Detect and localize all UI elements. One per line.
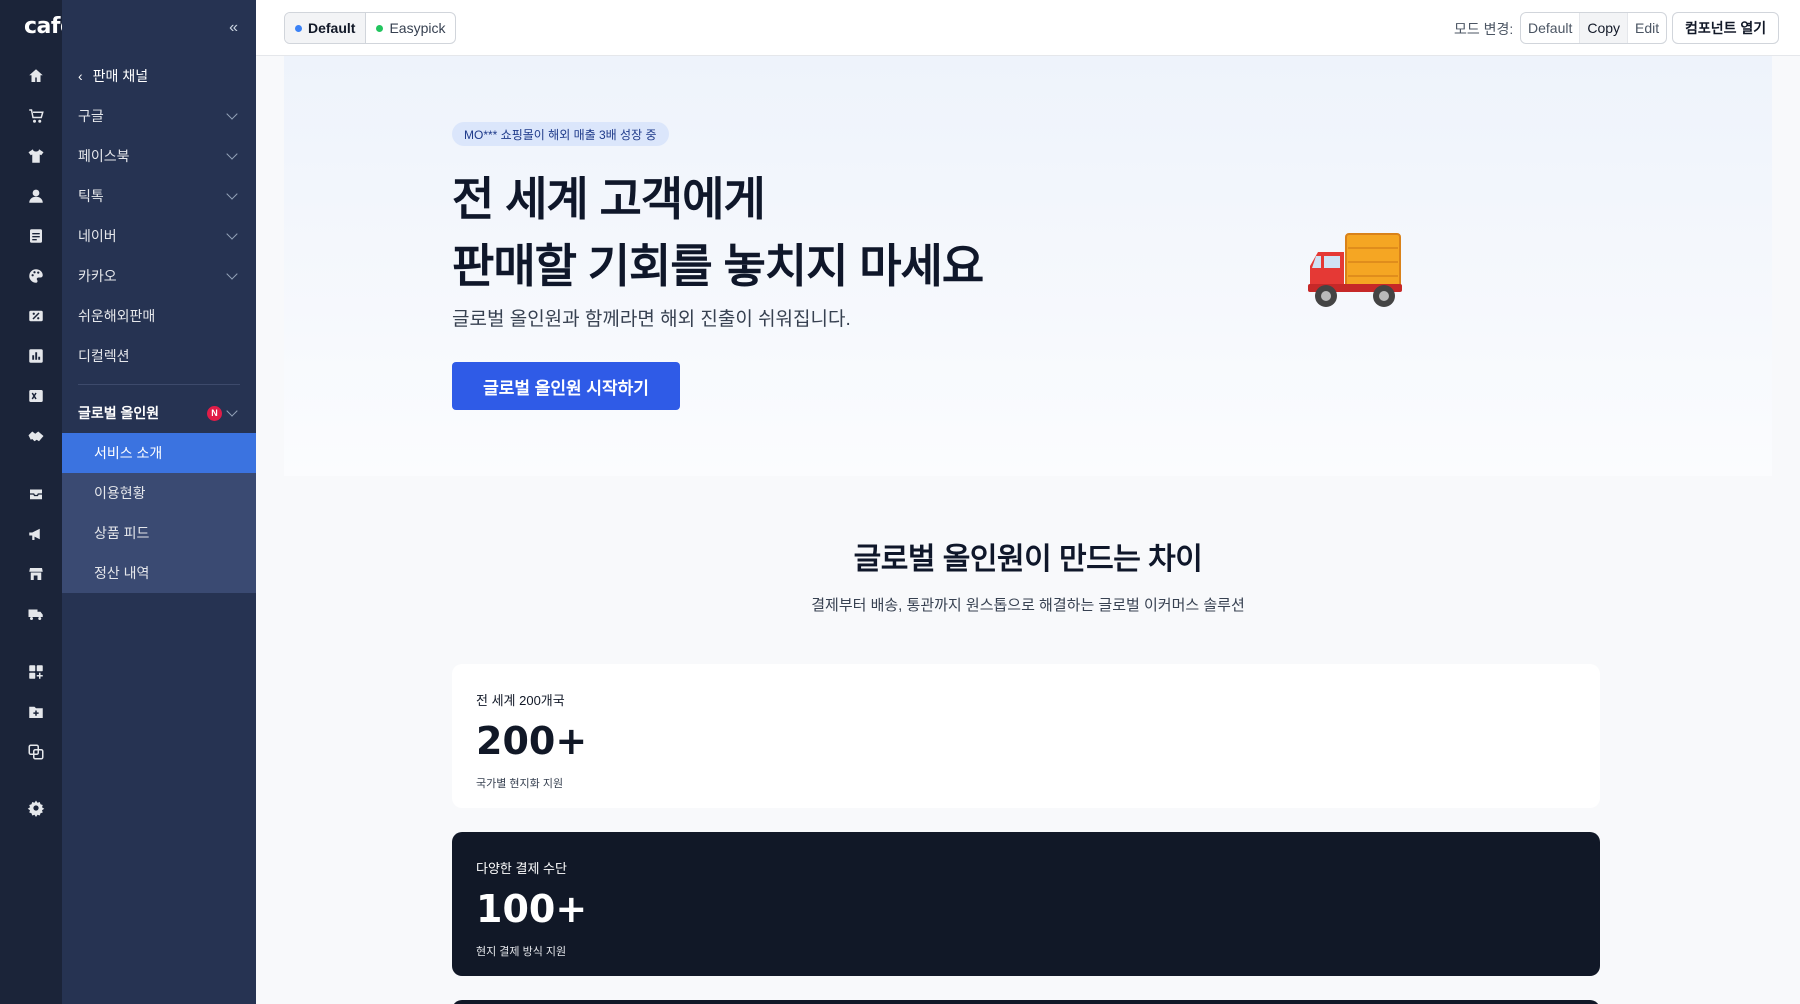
home-icon[interactable] [26,66,46,86]
tshirt-icon[interactable] [26,146,46,166]
new-badge: N [207,405,222,421]
stat-label: 전 세계 200개국 [476,693,565,708]
stat-description: 현지 결제 방식 지원 [476,945,567,958]
stat-card-countries: 전 세계 200개국 200+ 국가별 현지화 지원 [452,664,1600,808]
sidebar-subitem-usage[interactable]: 이용현황 [62,473,256,513]
sidebar-item-naver[interactable]: 네이버 [78,224,240,248]
section-subtitle: 결제부터 배송, 통관까지 원스톱으로 해결하는 글로벌 이커머스 솔루션 [811,597,1245,614]
chevron-down-icon [226,268,238,280]
sidebar-item-facebook[interactable]: 페이스북 [78,144,240,168]
stat-description: 국가별 현지화 지원 [476,777,564,790]
store-icon[interactable] [26,564,46,584]
theme-option-default[interactable]: Default [285,13,367,43]
stat-card-payments: 다양한 결제 수단 100+ 현지 결제 방식 지원 [452,832,1600,976]
stat-value: 200+ [476,719,588,763]
icon-rail: cafe24 [0,0,105,1004]
collapse-sidebar-icon[interactable]: « [229,19,238,37]
mode-copy-button[interactable]: Copy [1580,13,1629,43]
delivery-truck-icon [1308,233,1402,307]
chevron-down-icon [226,228,238,240]
open-components-button[interactable]: 컴포넌트 열기 [1672,12,1780,44]
megaphone-icon[interactable] [26,524,46,544]
inbox-icon[interactable] [26,484,46,504]
copy-icon[interactable] [26,742,46,762]
submenu-panel: « ‹ 판매 채널 구글 페이스북 틱톡 네이버 카카오 쉬운해외판매 디컬렉션… [62,0,256,1004]
sidebar-item-easy-overseas[interactable]: 쉬운해외판매 [78,304,240,328]
back-label: 판매 채널 [92,68,149,84]
chevron-down-icon [226,148,238,160]
user-icon[interactable] [26,186,46,206]
excel-icon[interactable] [26,386,46,406]
hero-section: MO*** 쇼핑몰이 해외 매출 3배 성장 중 전 세계 고객에게 판매할 기… [284,56,1772,476]
palette-icon[interactable] [26,266,46,286]
cart-icon[interactable] [26,106,46,126]
sidebar-submenu: 서비스 소개 이용현황 상품 피드 정산 내역 [62,433,256,593]
apps-icon[interactable] [26,662,46,682]
truck-icon[interactable] [26,604,46,624]
stat-value: 100+ [476,887,588,931]
green-dot-icon [376,24,384,32]
sidebar-subitem-product-feed[interactable]: 상품 피드 [62,513,256,553]
mode-default-button[interactable]: Default [1521,13,1581,43]
mode-edit-button[interactable]: Edit [1628,13,1666,43]
chevron-down-icon [226,405,238,417]
sidebar-subitem-service-intro[interactable]: 서비스 소개 [62,433,256,473]
stat-card-partial [452,1000,1600,1004]
theme-switcher: Default Easypick [284,12,457,44]
handshake-icon[interactable] [26,426,46,446]
chevron-down-icon [226,108,238,120]
gear-icon[interactable] [26,798,46,818]
start-global-allinone-button[interactable]: 글로벌 올인원 시작하기 [452,362,680,410]
folder-plus-icon[interactable] [26,702,46,722]
top-bar: Default Easypick 모드 변경: Default Copy Edi… [256,0,1800,56]
sidebar-item-dcollection[interactable]: 디컬렉션 [78,344,240,368]
sidebar-divider [78,384,240,385]
sidebar-item-google[interactable]: 구글 [78,104,240,128]
document-icon[interactable] [26,226,46,246]
chevron-down-icon [226,188,238,200]
sidebar-item-kakao[interactable]: 카카오 [78,264,240,288]
main-content: MO*** 쇼핑몰이 해외 매출 3배 성장 중 전 세계 고객에게 판매할 기… [256,56,1800,1004]
section-title: 글로벌 올인원이 만드는 차이 [853,543,1203,576]
chart-icon[interactable] [26,346,46,366]
theme-option-easypick[interactable]: Easypick [366,13,455,43]
sidebar-group-global-allinone[interactable]: 글로벌 올인원 N [78,401,240,425]
blue-dot-icon [295,24,302,32]
mode-switcher: Default Copy Edit [1520,12,1668,44]
percent-icon[interactable] [26,306,46,326]
hero-title: 전 세계 고객에게 판매할 기회를 놓치지 마세요 [452,173,984,292]
mode-label: 모드 변경: [1454,21,1514,37]
hero-subtitle: 글로벌 올인원과 함께라면 해외 진출이 쉬워집니다. [452,309,851,330]
chevron-left-icon: ‹ [78,68,83,84]
hero-badge: MO*** 쇼핑몰이 해외 매출 3배 성장 중 [452,122,669,146]
sidebar-item-tiktok[interactable]: 틱톡 [78,184,240,208]
stat-label: 다양한 결제 수단 [476,861,567,876]
sidebar-subitem-settlement[interactable]: 정산 내역 [62,553,256,593]
back-to-sales-channel[interactable]: ‹ 판매 채널 [78,66,148,86]
